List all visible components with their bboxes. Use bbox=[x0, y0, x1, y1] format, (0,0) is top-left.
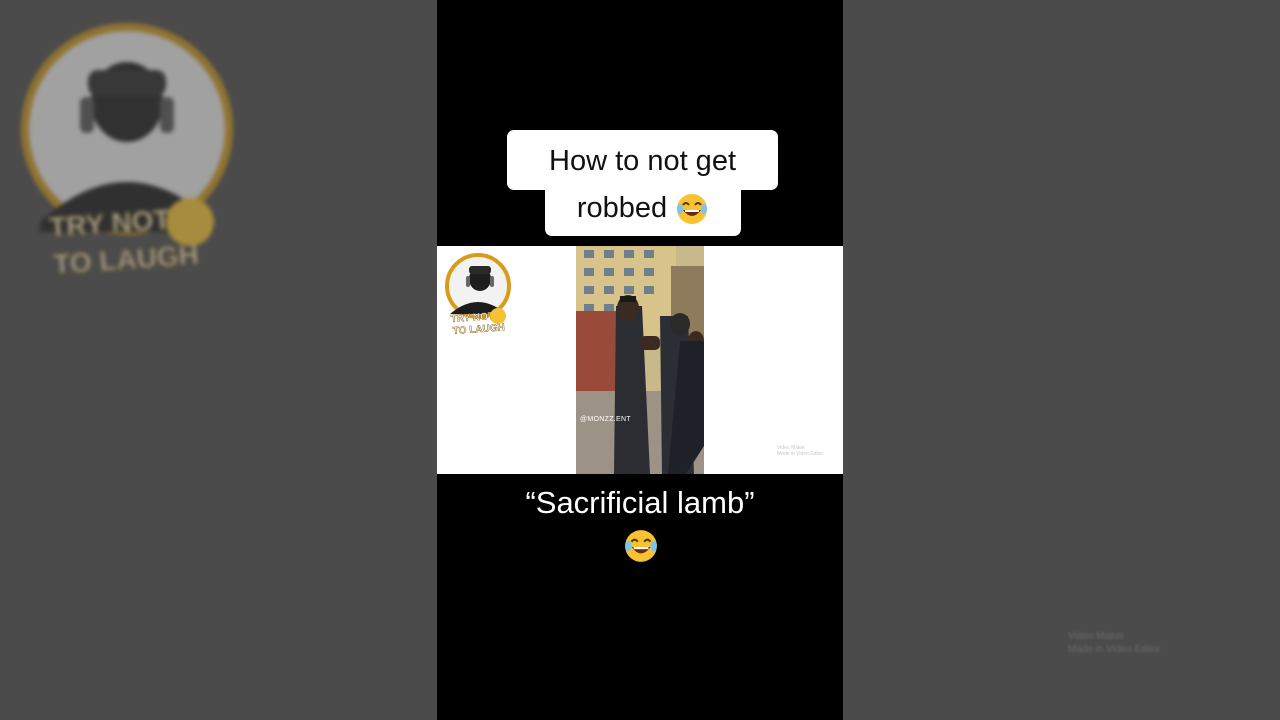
left-blurred-backdrop: TRY NOT TO LAUGH bbox=[0, 0, 437, 720]
editor-watermark-line2: Made in Video Editor bbox=[777, 451, 824, 457]
title-text-1: How to not get bbox=[549, 145, 736, 177]
title-line-1: How to not get bbox=[507, 130, 778, 190]
svg-text:TO LAUGH: TO LAUGH bbox=[452, 322, 505, 337]
laughing-emoji-icon bbox=[677, 194, 708, 225]
svg-text:TO LAUGH: TO LAUGH bbox=[52, 239, 200, 280]
right-blurred-backdrop: Video Maker Made in Video Editor bbox=[843, 0, 1280, 720]
caption-text: “Sacrificial lamb” bbox=[525, 485, 755, 520]
title-text-2: robbed bbox=[576, 192, 668, 224]
channel-logo: TRY NOT TO LAUGH bbox=[445, 253, 511, 337]
blurred-watermark-line2: Made in Video Editor bbox=[1068, 644, 1161, 655]
blurred-watermark-line1: Video Maker bbox=[1068, 631, 1124, 642]
clip-handle: @MONZZ.ENT bbox=[580, 416, 631, 423]
street-scene-image bbox=[576, 246, 704, 474]
editor-watermark: Video Maker Made in Video Editor bbox=[777, 445, 829, 457]
blurred-watermark: Video Maker Made in Video Editor bbox=[1068, 630, 1248, 656]
title-overlay: How to not get robbed bbox=[507, 130, 778, 236]
video-content-band: TRY NOT TO LAUGH @MONZZ.ENT Video Maker … bbox=[437, 246, 843, 474]
channel-logo-blurred: TRY NOT TO LAUGH bbox=[21, 23, 233, 281]
video-clip[interactable]: @MONZZ.ENT bbox=[576, 246, 704, 474]
video-frame[interactable]: How to not get robbed TRY NOT TO LAUGH @… bbox=[437, 0, 843, 720]
title-line-2: robbed bbox=[545, 186, 741, 236]
laughing-emoji-icon bbox=[625, 530, 657, 562]
